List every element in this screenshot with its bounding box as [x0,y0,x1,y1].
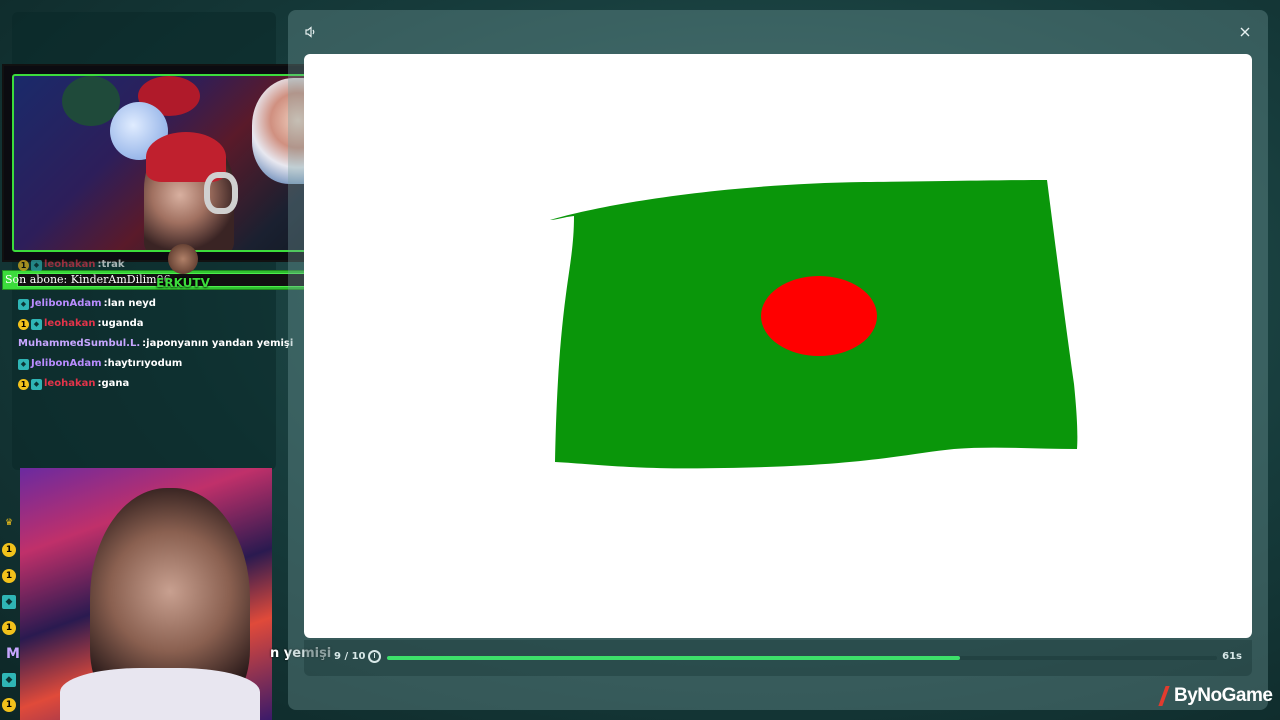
chat-line: ◆ JelibonAdam :haytırıyodum [18,355,182,373]
drawing-svg [550,180,1078,469]
streamer-badge-label: ERKUTV [156,276,210,290]
bynogame-logo: ByNoGame [1156,684,1273,708]
latest-subscriber-text: Son abone: KinderAmDilim96 [5,273,171,286]
subscriber-badge-icon: 1 [18,318,29,330]
moderator-badge-icon: ◆ [31,259,42,271]
close-icon-svg [1240,27,1250,37]
chat-line: 1 ◆ leohakan :uganda [18,315,144,333]
moderator-badge-icon: ◆ [2,673,16,687]
headset-icon [204,172,238,214]
crown-icon: ♛ [4,518,14,528]
moderator-badge-icon: ◆ [31,318,42,330]
subscriber-badge-icon: 1 [2,569,16,583]
moderator-badge-icon: ◆ [18,298,29,310]
drawing-canvas[interactable] [304,54,1252,638]
moderator-badge-icon: ◆ [31,378,42,390]
streamer-avatar [168,244,198,274]
time-progress-fill [387,656,960,660]
streamer-shirt [60,668,260,720]
chat-message: :japonyanın yandan yemişi [142,338,294,349]
subscriber-badge-icon: 1 [18,259,29,271]
subscriber-badge-icon: 1 [2,543,16,557]
bynogame-logo-icon [1156,686,1172,706]
chat-message: :lan neyd [103,298,156,309]
moderator-badge-icon: ◆ [18,358,29,370]
speaker-icon-svg [305,26,315,38]
chat-username: JelibonAdam [31,298,102,309]
chat-message: :uganda [97,318,144,329]
balloon-green [62,76,120,126]
chat-username: leohakan [44,318,96,329]
game-window: 9 / 10 61s [288,10,1268,710]
webcam-bottom [20,468,272,720]
timer-icon [368,650,381,663]
chat-message: :gana [97,378,130,389]
time-progress-track [387,656,1217,660]
subscriber-badge-icon: 1 [2,621,16,635]
chat-username-fragment: M [6,646,20,662]
chat-username: MuhammedSumbul.L. [18,338,141,349]
round-progress-bar: 9 / 10 61s [304,640,1252,676]
streamer-badge: ERKUTV [156,244,210,294]
chat-line: 1 ◆ leohakan :gana [18,375,129,393]
speaker-icon[interactable] [304,26,318,40]
drawn-red-circle [761,276,877,356]
chat-username: leohakan [44,378,96,389]
chat-line: MuhammedSumbul.L. :japonyanın yandan yem… [18,335,293,353]
time-left: 61s [1222,651,1242,662]
chat-message: :trak [97,259,125,270]
chat-line: ◆ JelibonAdam :lan neyd [18,295,156,313]
subscriber-badge-icon: 1 [2,698,16,712]
bynogame-logo-text: ByNoGame [1174,685,1273,706]
chat-username: JelibonAdam [31,358,102,369]
chat-line-partial: 1 ◆ leohakan :trak [18,256,125,274]
close-icon[interactable] [1238,26,1252,40]
chat-message: :haytırıyodum [103,358,183,369]
moderator-badge-icon: ◆ [2,595,16,609]
round-counter: 9 / 10 [334,651,366,662]
subscriber-badge-icon: 1 [18,378,29,390]
chat-username: leohakan [44,259,96,270]
